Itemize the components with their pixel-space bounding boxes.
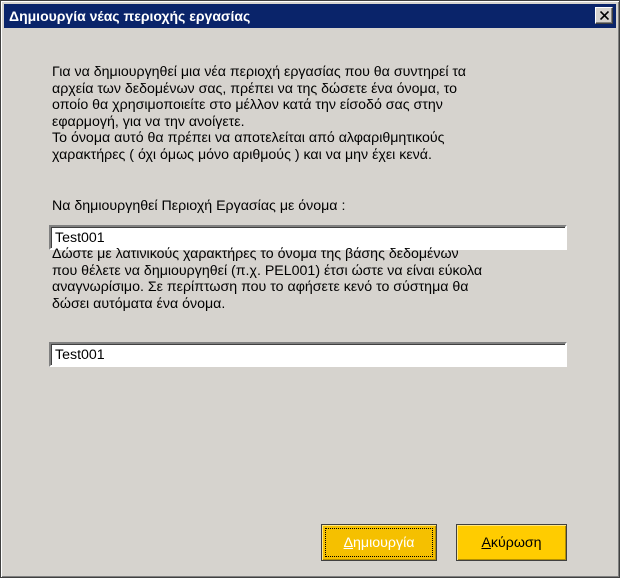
cancel-button[interactable]: Ακύρωση — [456, 524, 567, 561]
instructions-text: Για να δημιουργηθεί μια νέα περιοχή εργα… — [52, 64, 467, 163]
close-button[interactable] — [595, 7, 613, 24]
create-button[interactable]: Δημιουργία — [321, 524, 437, 561]
close-icon — [600, 11, 609, 20]
workspace-name-label: Να δημιουργηθεί Περιοχή Εργασίας με όνομ… — [52, 198, 346, 214]
title-bar[interactable]: Δημιουργία νέας περιοχής εργασίας — [4, 4, 616, 28]
create-button-mnemonic: Δ — [343, 534, 354, 551]
create-button-label: ημιουργία — [353, 534, 415, 551]
database-name-instructions: Δώστε με λατινικούς χαρακτήρες το όνομα … — [52, 246, 483, 312]
cancel-button-label: κύρωση — [490, 534, 542, 551]
database-name-input[interactable] — [49, 342, 567, 367]
window-title: Δημιουργία νέας περιοχής εργασίας — [9, 8, 251, 24]
dialog-window: Δημιουργία νέας περιοχής εργασίας Για να… — [0, 0, 620, 578]
cancel-button-mnemonic: Α — [481, 534, 491, 551]
